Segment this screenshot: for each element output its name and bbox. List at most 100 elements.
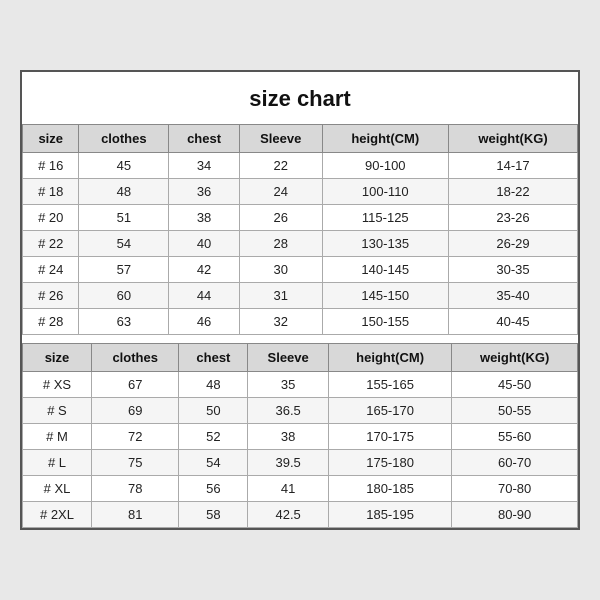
table-cell: 42.5 <box>248 502 329 528</box>
table-cell: 57 <box>79 257 169 283</box>
table-cell: 31 <box>239 283 322 309</box>
table-cell: 115-125 <box>322 205 449 231</box>
table-cell: 44 <box>169 283 240 309</box>
table-cell: 18-22 <box>449 179 578 205</box>
table-cell: 39.5 <box>248 450 329 476</box>
table-cell: 52 <box>179 424 248 450</box>
table-row: # 26604431145-15035-40 <box>23 283 578 309</box>
table-cell: 180-185 <box>328 476 451 502</box>
table-cell: 145-150 <box>322 283 449 309</box>
table-cell: 185-195 <box>328 502 451 528</box>
table-cell: 170-175 <box>328 424 451 450</box>
table-cell: 140-145 <box>322 257 449 283</box>
table-row: # 1645342290-10014-17 <box>23 153 578 179</box>
table-cell: # XL <box>23 476 92 502</box>
col-weight-2: weight(KG) <box>452 344 578 372</box>
col-sleeve-2: Sleeve <box>248 344 329 372</box>
table-cell: 28 <box>239 231 322 257</box>
table-cell: 38 <box>248 424 329 450</box>
size-table-2: size clothes chest Sleeve height(CM) wei… <box>22 343 578 528</box>
table-cell: 51 <box>79 205 169 231</box>
table-cell: # 26 <box>23 283 79 309</box>
table-cell: 81 <box>91 502 178 528</box>
chart-container: size chart size clothes chest Sleeve hei… <box>20 70 580 530</box>
table-cell: # 18 <box>23 179 79 205</box>
table1-header: size clothes chest Sleeve height(CM) wei… <box>23 125 578 153</box>
table-row: # 24574230140-14530-35 <box>23 257 578 283</box>
table-cell: 60-70 <box>452 450 578 476</box>
table-cell: # 20 <box>23 205 79 231</box>
table-row: # 22544028130-13526-29 <box>23 231 578 257</box>
table-cell: 40 <box>169 231 240 257</box>
table-cell: 38 <box>169 205 240 231</box>
table-cell: 24 <box>239 179 322 205</box>
col-weight-1: weight(KG) <box>449 125 578 153</box>
table-cell: 26-29 <box>449 231 578 257</box>
table2-header: size clothes chest Sleeve height(CM) wei… <box>23 344 578 372</box>
table-row: # 18483624100-11018-22 <box>23 179 578 205</box>
col-chest-1: chest <box>169 125 240 153</box>
table-cell: # L <box>23 450 92 476</box>
table-cell: 45 <box>79 153 169 179</box>
table-row: # M725238170-17555-60 <box>23 424 578 450</box>
table-cell: 36.5 <box>248 398 329 424</box>
table-cell: 54 <box>79 231 169 257</box>
col-size-1: size <box>23 125 79 153</box>
table-cell: 175-180 <box>328 450 451 476</box>
table-cell: # S <box>23 398 92 424</box>
col-chest-2: chest <box>179 344 248 372</box>
table-cell: 150-155 <box>322 309 449 335</box>
table-cell: 90-100 <box>322 153 449 179</box>
table-cell: 30 <box>239 257 322 283</box>
table-cell: 22 <box>239 153 322 179</box>
table-row: # 2XL815842.5185-19580-90 <box>23 502 578 528</box>
table1-body: # 1645342290-10014-17# 18483624100-11018… <box>23 153 578 335</box>
table-row: # 28634632150-15540-45 <box>23 309 578 335</box>
table-cell: 70-80 <box>452 476 578 502</box>
section-divider <box>22 335 578 343</box>
table-cell: 35-40 <box>449 283 578 309</box>
col-height-1: height(CM) <box>322 125 449 153</box>
table-cell: 48 <box>179 372 248 398</box>
table-row: # XS674835155-16545-50 <box>23 372 578 398</box>
col-size-2: size <box>23 344 92 372</box>
table-cell: # 22 <box>23 231 79 257</box>
table-row: # XL785641180-18570-80 <box>23 476 578 502</box>
chart-title: size chart <box>22 72 578 124</box>
table-cell: 32 <box>239 309 322 335</box>
table-row: # S695036.5165-17050-55 <box>23 398 578 424</box>
col-height-2: height(CM) <box>328 344 451 372</box>
table-cell: 40-45 <box>449 309 578 335</box>
col-clothes-1: clothes <box>79 125 169 153</box>
table-cell: 14-17 <box>449 153 578 179</box>
table-cell: # 16 <box>23 153 79 179</box>
table-cell: 23-26 <box>449 205 578 231</box>
table-cell: 42 <box>169 257 240 283</box>
table-cell: 50 <box>179 398 248 424</box>
table-cell: 130-135 <box>322 231 449 257</box>
table-cell: # 28 <box>23 309 79 335</box>
table-cell: 72 <box>91 424 178 450</box>
table-cell: # 24 <box>23 257 79 283</box>
table-cell: 30-35 <box>449 257 578 283</box>
table-cell: 75 <box>91 450 178 476</box>
size-table-1: size clothes chest Sleeve height(CM) wei… <box>22 124 578 335</box>
table-cell: 63 <box>79 309 169 335</box>
table-cell: # XS <box>23 372 92 398</box>
table2-body: # XS674835155-16545-50# S695036.5165-170… <box>23 372 578 528</box>
table-cell: 48 <box>79 179 169 205</box>
table-cell: 80-90 <box>452 502 578 528</box>
table-cell: 78 <box>91 476 178 502</box>
table-row: # 20513826115-12523-26 <box>23 205 578 231</box>
table-row: # L755439.5175-18060-70 <box>23 450 578 476</box>
table-cell: 46 <box>169 309 240 335</box>
table-cell: 155-165 <box>328 372 451 398</box>
table-cell: 41 <box>248 476 329 502</box>
table-cell: 50-55 <box>452 398 578 424</box>
table-cell: 69 <box>91 398 178 424</box>
table-cell: 58 <box>179 502 248 528</box>
table-cell: 60 <box>79 283 169 309</box>
table-cell: 54 <box>179 450 248 476</box>
table-cell: # 2XL <box>23 502 92 528</box>
col-sleeve-1: Sleeve <box>239 125 322 153</box>
